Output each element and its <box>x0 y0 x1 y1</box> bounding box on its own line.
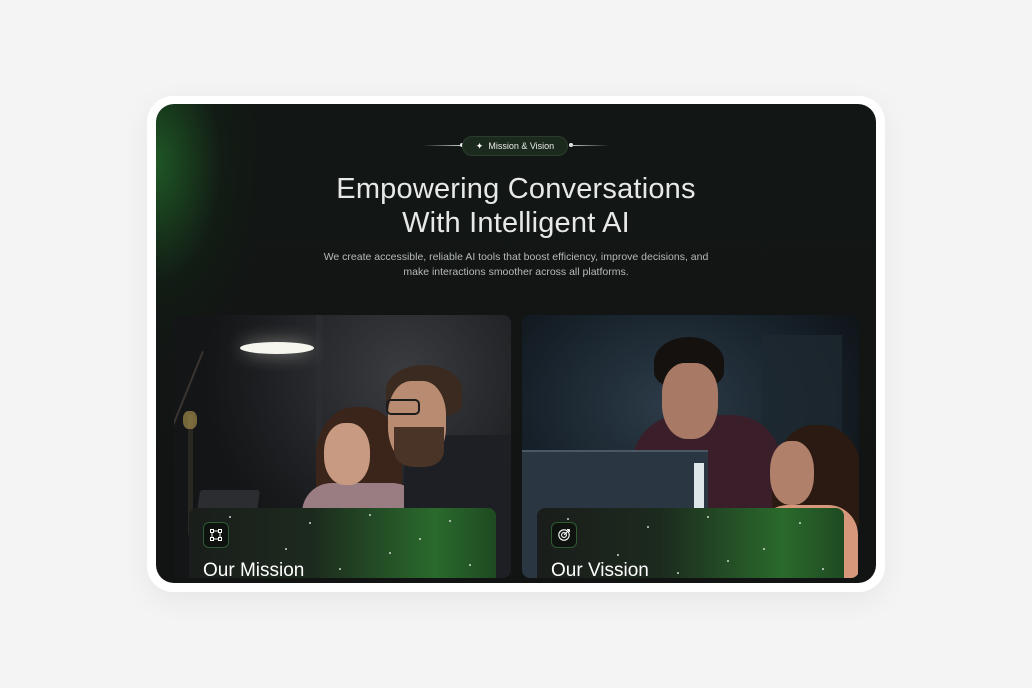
page-title: Empowering Conversations With Intelligen… <box>156 172 876 240</box>
target-icon <box>551 522 577 548</box>
mission-card-panel: Our Mission <box>189 508 496 578</box>
vision-card-title: Our Vission <box>551 560 649 578</box>
page-title-line-2: With Intelligent AI <box>402 207 630 239</box>
mission-vision-section: ✦ Mission & Vision Empowering Conversati… <box>156 104 876 583</box>
section-badge: ✦ Mission & Vision <box>462 136 568 156</box>
page-subtitle-line-1: We create accessible, reliable AI tools … <box>323 251 709 263</box>
section-badge-label: Mission & Vision <box>488 141 555 151</box>
vision-card-panel: Our Vission <box>537 508 844 578</box>
frame-select-icon <box>203 522 229 548</box>
page-title-line-1: Empowering Conversations <box>336 173 696 205</box>
page-subtitle: We create accessible, reliable AI tools … <box>316 250 716 280</box>
badge-divider-right <box>570 145 610 146</box>
page-subtitle-line-2: make interactions smoother across all pl… <box>403 266 629 278</box>
section-badge-row: ✦ Mission & Vision <box>156 136 876 156</box>
vision-card[interactable]: Our Vission <box>522 315 859 578</box>
badge-divider-left <box>422 145 462 146</box>
mission-card[interactable]: Our Mission <box>174 315 511 578</box>
mission-card-title: Our Mission <box>203 560 305 578</box>
sparkle-icon: ✦ <box>475 140 484 151</box>
